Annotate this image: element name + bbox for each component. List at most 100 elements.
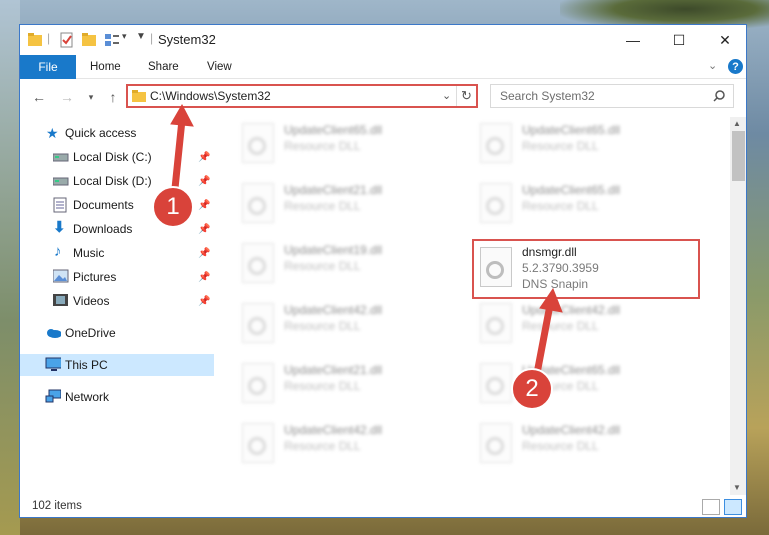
gear-icon xyxy=(486,377,504,395)
file-type: Resource DLL xyxy=(522,439,599,453)
file-item[interactable]: UpdateClient42.dll Resource DLL xyxy=(236,419,456,469)
separator: | xyxy=(47,31,51,45)
sidebar-item-local-disk-d[interactable]: Local Disk (D:) 📌 xyxy=(20,170,214,192)
file-item[interactable]: UpdateClient19.dll Resource DLL xyxy=(236,239,456,289)
file-item[interactable]: UpdateClient42.dll Resource DLL xyxy=(236,299,456,349)
pin-icon[interactable]: 📌 xyxy=(198,296,210,307)
gear-icon xyxy=(248,377,266,395)
pin-icon[interactable]: 📌 xyxy=(198,152,210,163)
help-icon[interactable]: ? xyxy=(728,59,743,74)
music-icon: ♪ xyxy=(54,243,62,260)
file-item[interactable]: UpdateClient21.dll Resource DLL xyxy=(236,179,456,229)
gear-icon xyxy=(248,257,266,275)
tab-share[interactable]: Share xyxy=(148,55,179,79)
sidebar-item-label: This PC xyxy=(65,358,108,372)
pin-icon[interactable]: 📌 xyxy=(198,176,210,187)
sidebar-item-label: OneDrive xyxy=(65,326,116,340)
file-type: Resource DLL xyxy=(522,319,599,333)
new-folder-icon[interactable] xyxy=(82,32,96,48)
tab-home[interactable]: Home xyxy=(90,55,121,79)
gear-icon xyxy=(486,261,504,279)
gear-icon xyxy=(486,137,504,155)
file-type: Resource DLL xyxy=(284,139,361,153)
file-item[interactable]: UpdateClient65.dll Resource DLL xyxy=(474,119,694,169)
scroll-down-icon[interactable]: ▼ xyxy=(733,483,741,492)
file-item[interactable]: UpdateClient65.dll Resource DLL xyxy=(236,119,456,169)
chevron-down-icon[interactable]: ▾ xyxy=(122,31,127,47)
separator: | xyxy=(150,31,154,45)
sidebar-item-local-disk-c[interactable]: Local Disk (C:) 📌 xyxy=(20,146,214,168)
sidebar-item-pictures[interactable]: Pictures 📌 xyxy=(20,266,214,288)
sidebar-item-onedrive[interactable]: OneDrive xyxy=(20,322,214,344)
pin-icon[interactable]: 📌 xyxy=(198,248,210,259)
sidebar-item-label: Documents xyxy=(73,198,134,212)
file-name: dnsmgr.dll xyxy=(522,245,577,259)
maximize-button[interactable]: ☐ xyxy=(656,25,702,55)
customize-toolbar-icon[interactable] xyxy=(104,32,120,48)
tab-view[interactable]: View xyxy=(207,55,232,79)
gear-icon xyxy=(248,197,266,215)
up-arrow-icon[interactable]: ↑ xyxy=(104,88,122,106)
file-name: UpdateClient65.dll xyxy=(522,183,621,197)
file-item-dnsmgr[interactable]: dnsmgr.dll 5.2.3790.3959 DNS Snapin xyxy=(472,239,700,299)
step-2-badge: 2 xyxy=(511,368,553,410)
properties-icon[interactable] xyxy=(60,32,74,48)
file-explorer-window: | ▾ ▼ | System32 — ☐ ✕ File Home Share V… xyxy=(19,24,747,518)
file-name: UpdateClient42.dll xyxy=(522,423,621,437)
sidebar-item-quick-access[interactable]: ★ Quick access xyxy=(20,122,214,144)
vertical-scrollbar[interactable]: ▲ ▼ xyxy=(730,117,746,495)
drive-icon xyxy=(53,177,69,186)
address-bar[interactable]: C:\Windows\System32 ⌄ ↻ xyxy=(126,84,478,108)
file-item[interactable]: UpdateClient42.dll Resource DLL xyxy=(474,419,694,469)
recent-locations-icon[interactable]: ▾ xyxy=(82,88,100,106)
file-name: UpdateClient19.dll xyxy=(284,243,383,257)
close-button[interactable]: ✕ xyxy=(702,25,746,55)
file-type: Resource DLL xyxy=(284,379,361,393)
refresh-icon[interactable]: ↻ xyxy=(456,86,476,106)
details-view-icon[interactable] xyxy=(702,499,720,515)
cloud-icon xyxy=(47,329,61,338)
computer-icon xyxy=(45,357,61,371)
file-type: Resource DLL xyxy=(284,199,361,213)
scrollbar-thumb[interactable] xyxy=(732,131,745,181)
minimize-button[interactable]: — xyxy=(610,25,656,55)
star-icon: ★ xyxy=(46,125,59,141)
title-bar: | ▾ ▼ | System32 — ☐ ✕ xyxy=(20,25,746,55)
pin-icon[interactable]: 📌 xyxy=(198,200,210,211)
file-name: UpdateClient21.dll xyxy=(284,363,383,377)
file-name: UpdateClient42.dll xyxy=(522,303,621,317)
pictures-icon xyxy=(53,269,69,283)
file-item[interactable]: UpdateClient42.dll Resource DLL xyxy=(474,299,694,349)
tab-file[interactable]: File xyxy=(20,55,76,79)
status-bar: 102 items xyxy=(20,495,746,517)
expand-ribbon-icon[interactable]: ⌄ xyxy=(708,59,717,72)
window-title: System32 xyxy=(158,32,216,47)
address-dropdown-icon[interactable]: ⌄ xyxy=(442,89,451,102)
sidebar-item-videos[interactable]: Videos 📌 xyxy=(20,290,214,312)
network-icon xyxy=(45,389,61,403)
file-version: 5.2.3790.3959 xyxy=(522,261,599,275)
pin-icon[interactable]: 📌 xyxy=(198,272,210,283)
search-input[interactable]: Search System32 xyxy=(490,84,734,108)
sidebar-item-music[interactable]: ♪ Music 📌 xyxy=(20,242,214,264)
desktop-background xyxy=(0,0,20,535)
file-name: UpdateClient42.dll xyxy=(284,303,383,317)
file-item[interactable]: UpdateClient65.dll Resource DLL xyxy=(474,179,694,229)
sidebar-item-network[interactable]: Network xyxy=(20,386,214,408)
back-arrow-icon[interactable]: ← xyxy=(30,88,48,106)
file-item[interactable]: UpdateClient65.dll Resource DLL xyxy=(474,359,694,409)
file-item[interactable]: UpdateClient21.dll Resource DLL xyxy=(236,359,456,409)
documents-icon xyxy=(53,197,67,213)
file-name: UpdateClient65.dll xyxy=(522,123,621,137)
address-path: C:\Windows\System32 xyxy=(150,89,271,103)
large-icons-view-icon[interactable] xyxy=(724,499,742,515)
gear-icon xyxy=(486,197,504,215)
forward-arrow-icon[interactable]: → xyxy=(58,88,76,106)
gear-icon xyxy=(486,437,504,455)
search-placeholder: Search System32 xyxy=(500,89,595,103)
quick-access-dropdown-icon[interactable]: ▼ xyxy=(136,31,146,47)
sidebar-item-this-pc[interactable]: This PC xyxy=(20,354,214,376)
scroll-up-icon[interactable]: ▲ xyxy=(733,119,741,128)
search-icon xyxy=(713,90,725,102)
pin-icon[interactable]: 📌 xyxy=(198,224,210,235)
